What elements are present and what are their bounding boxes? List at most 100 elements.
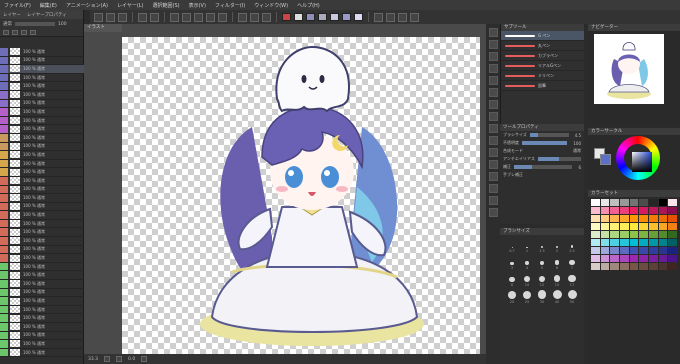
color-set-swatch[interactable]	[658, 215, 668, 222]
brush-size-option[interactable]: 5	[536, 256, 548, 270]
color-set-swatch[interactable]	[639, 239, 648, 246]
color-set-swatch[interactable]	[668, 207, 677, 214]
layer-row[interactable]: 100 % 通常	[0, 194, 84, 203]
menu-item[interactable]: レイヤー(L)	[117, 2, 144, 9]
brush-size-option[interactable]: 50	[566, 290, 578, 304]
layer-row[interactable]: 100 % 通常	[0, 245, 84, 255]
deselect-icon[interactable]	[218, 12, 227, 22]
color-set-swatch[interactable]	[629, 247, 639, 254]
eraser-icon[interactable]	[398, 12, 407, 22]
brush-size-option[interactable]: 4	[521, 256, 533, 270]
rotate-icon[interactable]	[141, 356, 148, 362]
layer-row[interactable]: 100 % 通常	[0, 305, 84, 315]
property-row[interactable]: 不透明度 100	[500, 139, 584, 147]
color-set-swatch[interactable]	[610, 199, 619, 206]
color-set-swatch[interactable]	[591, 199, 600, 206]
brush-size-option[interactable]: 1.5	[536, 239, 548, 253]
layer-row[interactable]: 100 % 通常	[0, 82, 84, 91]
brush-size-option[interactable]: 8	[506, 273, 518, 287]
navigator-preview[interactable]	[594, 34, 664, 104]
color-set-swatch[interactable]	[649, 199, 658, 206]
brush-size-option[interactable]: 25	[521, 290, 533, 304]
brush-item[interactable]: 丸ペン	[501, 41, 584, 51]
pencil-tool-icon[interactable]	[488, 100, 498, 109]
color-set-swatch[interactable]	[668, 231, 677, 238]
zoom-out-icon[interactable]	[104, 356, 111, 362]
hue-ring[interactable]	[616, 136, 660, 180]
zoom-tool-icon[interactable]	[488, 28, 498, 37]
saturation-value-square[interactable]	[632, 152, 652, 172]
fill-tool-icon[interactable]	[488, 160, 498, 169]
undo-icon[interactable]	[138, 12, 147, 22]
layer-row[interactable]: 100 % 通常	[0, 168, 84, 177]
color-set-swatch[interactable]	[629, 255, 639, 262]
color-set-swatch[interactable]	[668, 239, 677, 246]
color-set-swatch[interactable]	[610, 263, 619, 270]
brush-size-option[interactable]: 3	[506, 256, 518, 270]
brush-size-option[interactable]: 10	[521, 273, 533, 287]
layer-row[interactable]: 100 % 通常	[0, 159, 84, 169]
select-all-icon[interactable]	[206, 12, 215, 22]
color-set-swatch[interactable]	[600, 223, 610, 230]
property-slider[interactable]	[522, 141, 568, 145]
color-set-swatch[interactable]	[629, 231, 639, 238]
property-slider[interactable]	[529, 133, 569, 137]
color-set-swatch[interactable]	[591, 207, 600, 214]
property-value[interactable]: 100	[573, 141, 581, 146]
reference-icon[interactable]	[21, 29, 27, 35]
color-set-swatch[interactable]	[600, 215, 610, 222]
color-set-swatch[interactable]	[668, 215, 677, 222]
eyedropper-tool-icon[interactable]	[488, 76, 498, 85]
color-set-swatch[interactable]	[591, 223, 600, 230]
tab-layer-property[interactable]: レイヤープロパティ	[27, 12, 67, 18]
color-set-swatch[interactable]	[600, 231, 610, 238]
color-set-swatch[interactable]	[610, 207, 619, 214]
color-set-swatch[interactable]	[668, 255, 677, 262]
color-set-swatch[interactable]	[649, 239, 658, 246]
redo-icon[interactable]	[150, 12, 159, 22]
color-set-swatch[interactable]	[600, 263, 610, 270]
color-set-swatch[interactable]	[658, 247, 668, 254]
color-set-swatch[interactable]	[591, 247, 600, 254]
color-set-swatch[interactable]	[639, 263, 648, 270]
grid-icon[interactable]	[262, 12, 271, 22]
blend-icon[interactable]	[410, 12, 419, 22]
color-set-swatch[interactable]	[639, 247, 648, 254]
brush-size-option[interactable]: 7	[566, 256, 578, 270]
brush-item[interactable]: リアルGペン	[501, 61, 584, 71]
lock-icon[interactable]	[3, 29, 9, 35]
pen-tool-icon[interactable]	[488, 88, 498, 97]
color-set-swatch[interactable]	[629, 199, 639, 206]
eraser-tool-icon[interactable]	[488, 136, 498, 145]
color-set-swatch[interactable]	[610, 247, 619, 254]
color-set-swatch[interactable]	[620, 215, 629, 222]
layer-row[interactable]: 100 % 通常	[0, 73, 84, 83]
move-tool-icon[interactable]	[488, 40, 498, 49]
property-value[interactable]: 6	[578, 165, 581, 170]
menu-item[interactable]: アニメーション(A)	[66, 2, 108, 9]
brush-tool-icon[interactable]	[488, 112, 498, 121]
figure-tool-icon[interactable]	[488, 184, 498, 193]
color-set-swatch[interactable]	[649, 231, 658, 238]
color-set-swatch[interactable]	[620, 239, 629, 246]
color-set-swatch[interactable]	[658, 207, 668, 214]
canvas-area[interactable]: イラスト	[84, 24, 498, 354]
brush-size-option[interactable]: 40	[551, 290, 563, 304]
brush-size-option[interactable]: 6	[551, 256, 563, 270]
color-set-swatch[interactable]	[639, 207, 648, 214]
gradient-tool-icon[interactable]	[488, 172, 498, 181]
property-slider[interactable]	[537, 157, 581, 161]
layer-row[interactable]: 100 % 通常	[0, 116, 84, 126]
property-row[interactable]: ブラシサイズ 4.5	[500, 131, 584, 139]
tab-layer[interactable]: レイヤー	[3, 12, 21, 18]
color-set-swatch[interactable]	[658, 255, 668, 262]
color-swatch[interactable]	[342, 13, 351, 21]
layer-row[interactable]: 100 % 通常	[0, 185, 84, 195]
color-set-swatch[interactable]	[649, 223, 658, 230]
color-set-swatch[interactable]	[668, 223, 677, 230]
color-set-swatch[interactable]	[649, 263, 658, 270]
opacity-slider[interactable]	[15, 22, 55, 26]
color-set-swatch[interactable]	[620, 207, 629, 214]
color-set-swatch[interactable]	[649, 215, 658, 222]
color-set-swatch[interactable]	[629, 215, 639, 222]
